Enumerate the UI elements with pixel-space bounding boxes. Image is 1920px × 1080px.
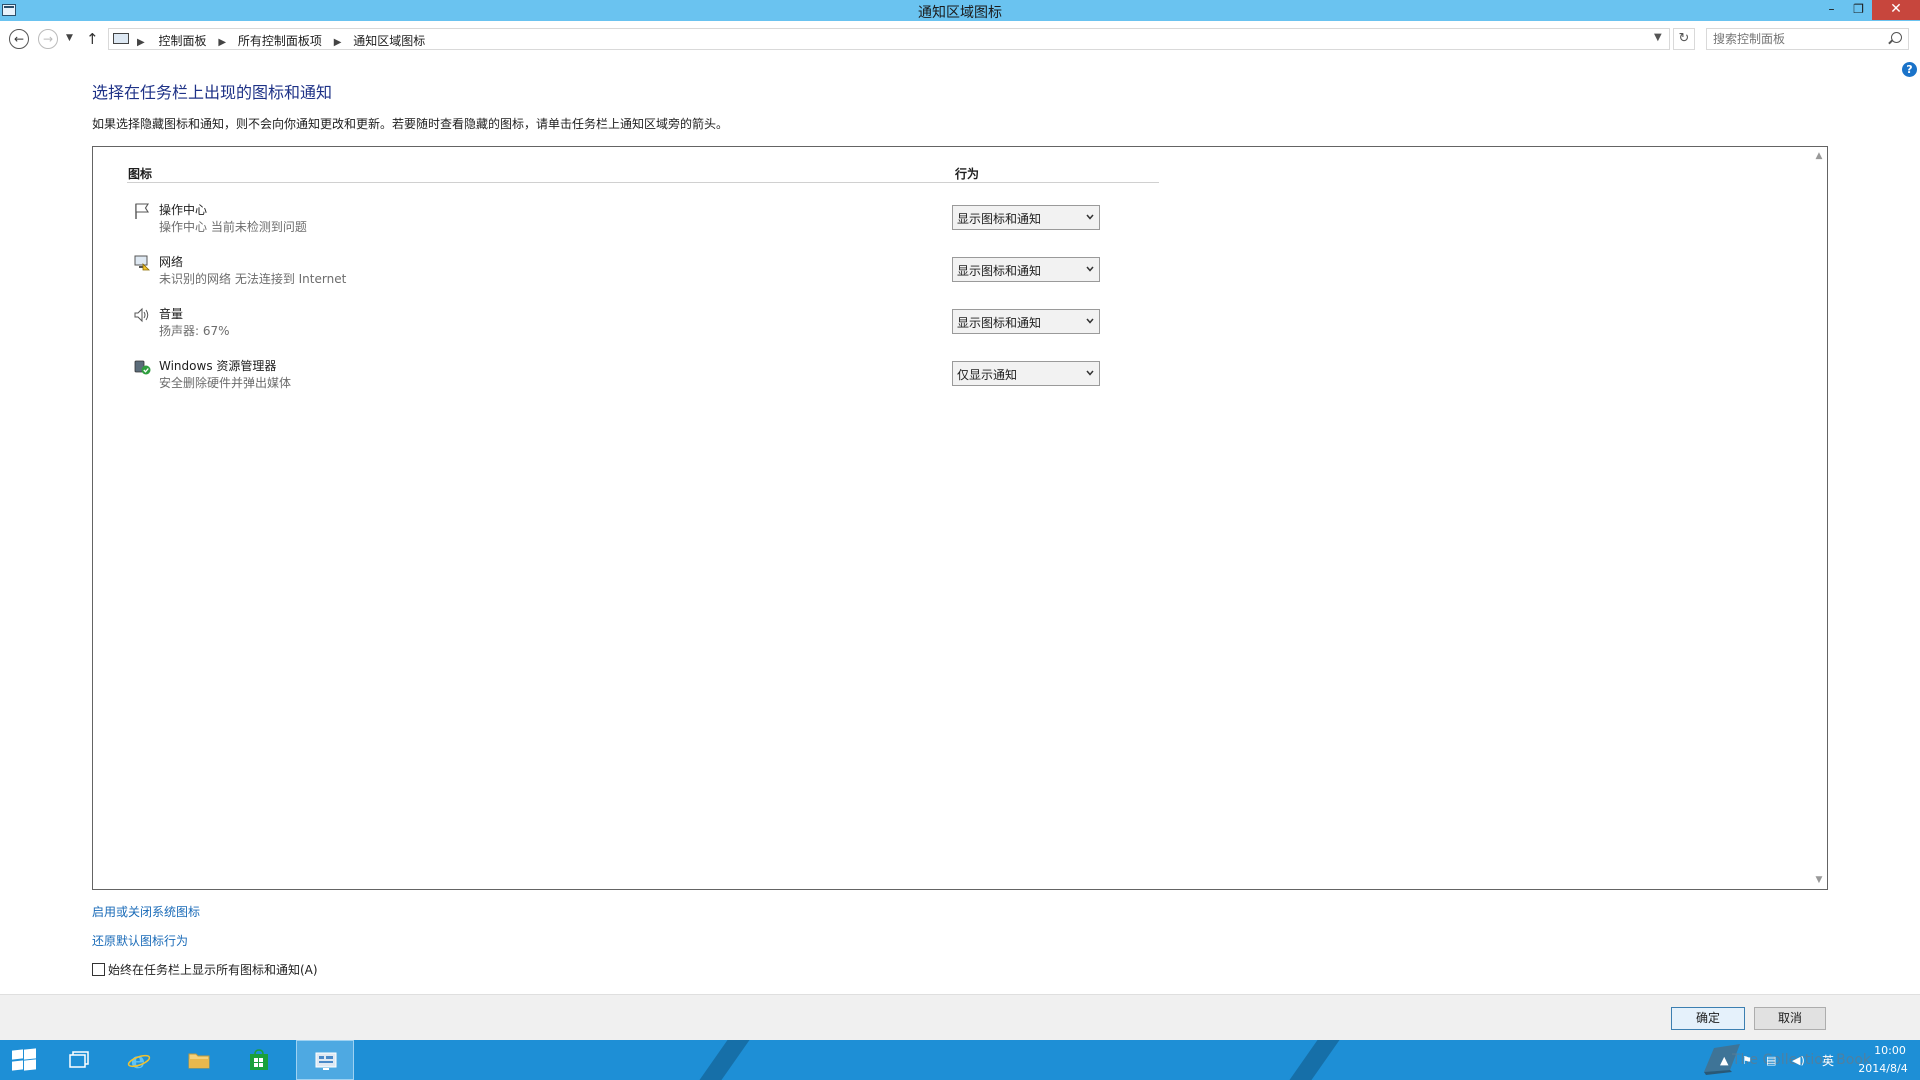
safely-remove-icon <box>134 360 151 375</box>
row-name: Windows 资源管理器 <box>159 359 277 373</box>
icons-list-panel: 图标 行为 操作中心 操作中心 当前未检测到问题 显示图标和通知 网络 未识别的… <box>92 146 1828 890</box>
search-box[interactable] <box>1706 28 1909 50</box>
clock-date[interactable]: 2014/8/4 <box>1848 1062 1918 1075</box>
row-subtitle: 扬声器: 67% <box>159 324 230 338</box>
page-description: 如果选择隐藏图标和通知，则不会向你通知更改和更新。若要随时查看隐藏的图标，请单击… <box>92 117 729 131</box>
speaker-icon <box>134 307 149 323</box>
chevron-down-icon <box>1086 318 1094 324</box>
show-hidden-icons-icon[interactable]: ▲ <box>1720 1054 1728 1067</box>
breadcrumb-current[interactable]: 通知区域图标 <box>353 34 425 48</box>
restore-defaults-link[interactable]: 还原默认图标行为 <box>92 932 188 949</box>
breadcrumb-control-panel[interactable]: 控制面板 <box>159 34 207 48</box>
column-header-behavior: 行为 <box>955 167 980 181</box>
scroll-down-icon[interactable]: ▼ <box>1814 875 1824 885</box>
folder-icon <box>188 1053 210 1069</box>
row-name: 操作中心 <box>159 203 208 217</box>
taskbar-decoration <box>685 1040 757 1080</box>
title-bar: 通知区域图标 – ❐ ✕ <box>0 0 1920 21</box>
forward-button[interactable]: → <box>38 29 58 49</box>
dialog-footer: 确定 取消 <box>0 994 1920 1040</box>
help-icon[interactable]: ? <box>1902 62 1917 77</box>
search-icon[interactable] <box>1891 32 1902 43</box>
behavior-select[interactable]: 显示图标和通知 <box>952 205 1100 230</box>
back-button[interactable]: ← <box>9 29 29 49</box>
behavior-value: 显示图标和通知 <box>957 264 1042 278</box>
close-button[interactable]: ✕ <box>1872 0 1920 20</box>
row-name: 音量 <box>159 307 184 321</box>
address-box[interactable]: ▶ 控制面板 ▶ 所有控制面板项 ▶ 通知区域图标 ▼ <box>108 28 1670 50</box>
row-subtitle: 未识别的网络 无法连接到 Internet <box>159 272 347 286</box>
vertical-scrollbar[interactable]: ▲ ▼ <box>1811 147 1827 889</box>
clock-time[interactable]: 10:00 <box>1860 1044 1920 1057</box>
windows-stack-icon <box>69 1051 89 1068</box>
tray-network-icon[interactable]: ▤ <box>1766 1054 1776 1067</box>
behavior-value: 仅显示通知 <box>957 368 1018 382</box>
chevron-down-icon[interactable]: ▼ <box>1654 32 1662 43</box>
system-icons-link[interactable]: 启用或关闭系统图标 <box>92 903 200 920</box>
restore-button[interactable]: ❐ <box>1845 0 1872 20</box>
behavior-value: 显示图标和通知 <box>957 316 1042 330</box>
taskbar-task-view[interactable] <box>50 1040 108 1080</box>
breadcrumb-all-items[interactable]: 所有控制面板项 <box>238 34 322 48</box>
taskbar-store[interactable] <box>230 1040 288 1080</box>
chevron-down-icon <box>1086 214 1094 220</box>
always-show-checkbox[interactable] <box>92 963 105 976</box>
chevron-right-icon[interactable]: ▶ <box>137 37 145 48</box>
row-subtitle: 操作中心 当前未检测到问题 <box>159 220 307 234</box>
flag-icon <box>135 203 149 219</box>
tray-flag-icon[interactable]: ⚑ <box>1742 1054 1752 1067</box>
start-button[interactable] <box>0 1040 48 1080</box>
store-icon <box>250 1049 268 1070</box>
always-show-label[interactable]: 始终在任务栏上显示所有图标和通知(A) <box>108 961 318 978</box>
search-input[interactable] <box>1713 31 1883 47</box>
chevron-right-icon[interactable]: ▶ <box>334 37 342 48</box>
behavior-select[interactable]: 显示图标和通知 <box>952 309 1100 334</box>
list-item: 音量 扬声器: 67% 显示图标和通知 <box>93 303 1293 343</box>
minimize-button[interactable]: – <box>1818 0 1845 20</box>
control-panel-icon <box>315 1052 337 1070</box>
breadcrumb: ▶ 控制面板 ▶ 所有控制面板项 ▶ 通知区域图标 <box>137 32 425 49</box>
refresh-button[interactable]: ↻ <box>1673 28 1695 50</box>
behavior-select[interactable]: 仅显示通知 <box>952 361 1100 386</box>
window-title: 通知区域图标 <box>918 5 1002 21</box>
taskbar-file-explorer[interactable] <box>170 1040 228 1080</box>
address-bar: ← → ▼ ↑ ▶ 控制面板 ▶ 所有控制面板项 ▶ 通知区域图标 ▼ ↻ <box>0 21 1920 59</box>
taskbar: e The Collection Book ▲ ⚑ ▤ ◀) 英 10:00 2… <box>0 1040 1920 1080</box>
chevron-down-icon <box>1086 370 1094 376</box>
list-item: 网络 未识别的网络 无法连接到 Internet 显示图标和通知 <box>93 251 1293 291</box>
row-subtitle: 安全删除硬件并弹出媒体 <box>159 376 292 390</box>
internet-explorer-icon: e <box>127 1049 151 1071</box>
windows-logo-icon <box>12 1048 36 1071</box>
cancel-button[interactable]: 取消 <box>1754 1007 1826 1030</box>
taskbar-internet-explorer[interactable]: e <box>110 1040 168 1080</box>
tray-speaker-icon[interactable]: ◀) <box>1792 1054 1805 1067</box>
header-divider <box>127 182 1159 183</box>
behavior-select[interactable]: 显示图标和通知 <box>952 257 1100 282</box>
network-icon <box>134 255 150 271</box>
page-title: 选择在任务栏上出现的图标和通知 <box>92 83 333 102</box>
row-name: 网络 <box>159 255 184 269</box>
notification-area: The Collection Book ▲ ⚑ ▤ ◀) 英 10:00 201… <box>1700 1040 1920 1080</box>
taskbar-decoration <box>1275 1040 1347 1080</box>
chevron-down-icon <box>1086 266 1094 272</box>
column-header-icon: 图标 <box>128 167 153 181</box>
chevron-right-icon[interactable]: ▶ <box>218 37 226 48</box>
list-item: Windows 资源管理器 安全删除硬件并弹出媒体 仅显示通知 <box>93 355 1293 395</box>
control-panel-icon <box>113 33 129 44</box>
recent-locations-icon[interactable]: ▼ <box>66 33 73 43</box>
input-language-indicator[interactable]: 英 <box>1822 1052 1834 1069</box>
scroll-up-icon[interactable]: ▲ <box>1814 151 1824 161</box>
ok-button[interactable]: 确定 <box>1671 1007 1745 1030</box>
taskbar-control-panel[interactable] <box>296 1040 354 1080</box>
up-button[interactable]: ↑ <box>86 30 99 48</box>
behavior-value: 显示图标和通知 <box>957 212 1042 226</box>
list-item: 操作中心 操作中心 当前未检测到问题 显示图标和通知 <box>93 199 1293 239</box>
